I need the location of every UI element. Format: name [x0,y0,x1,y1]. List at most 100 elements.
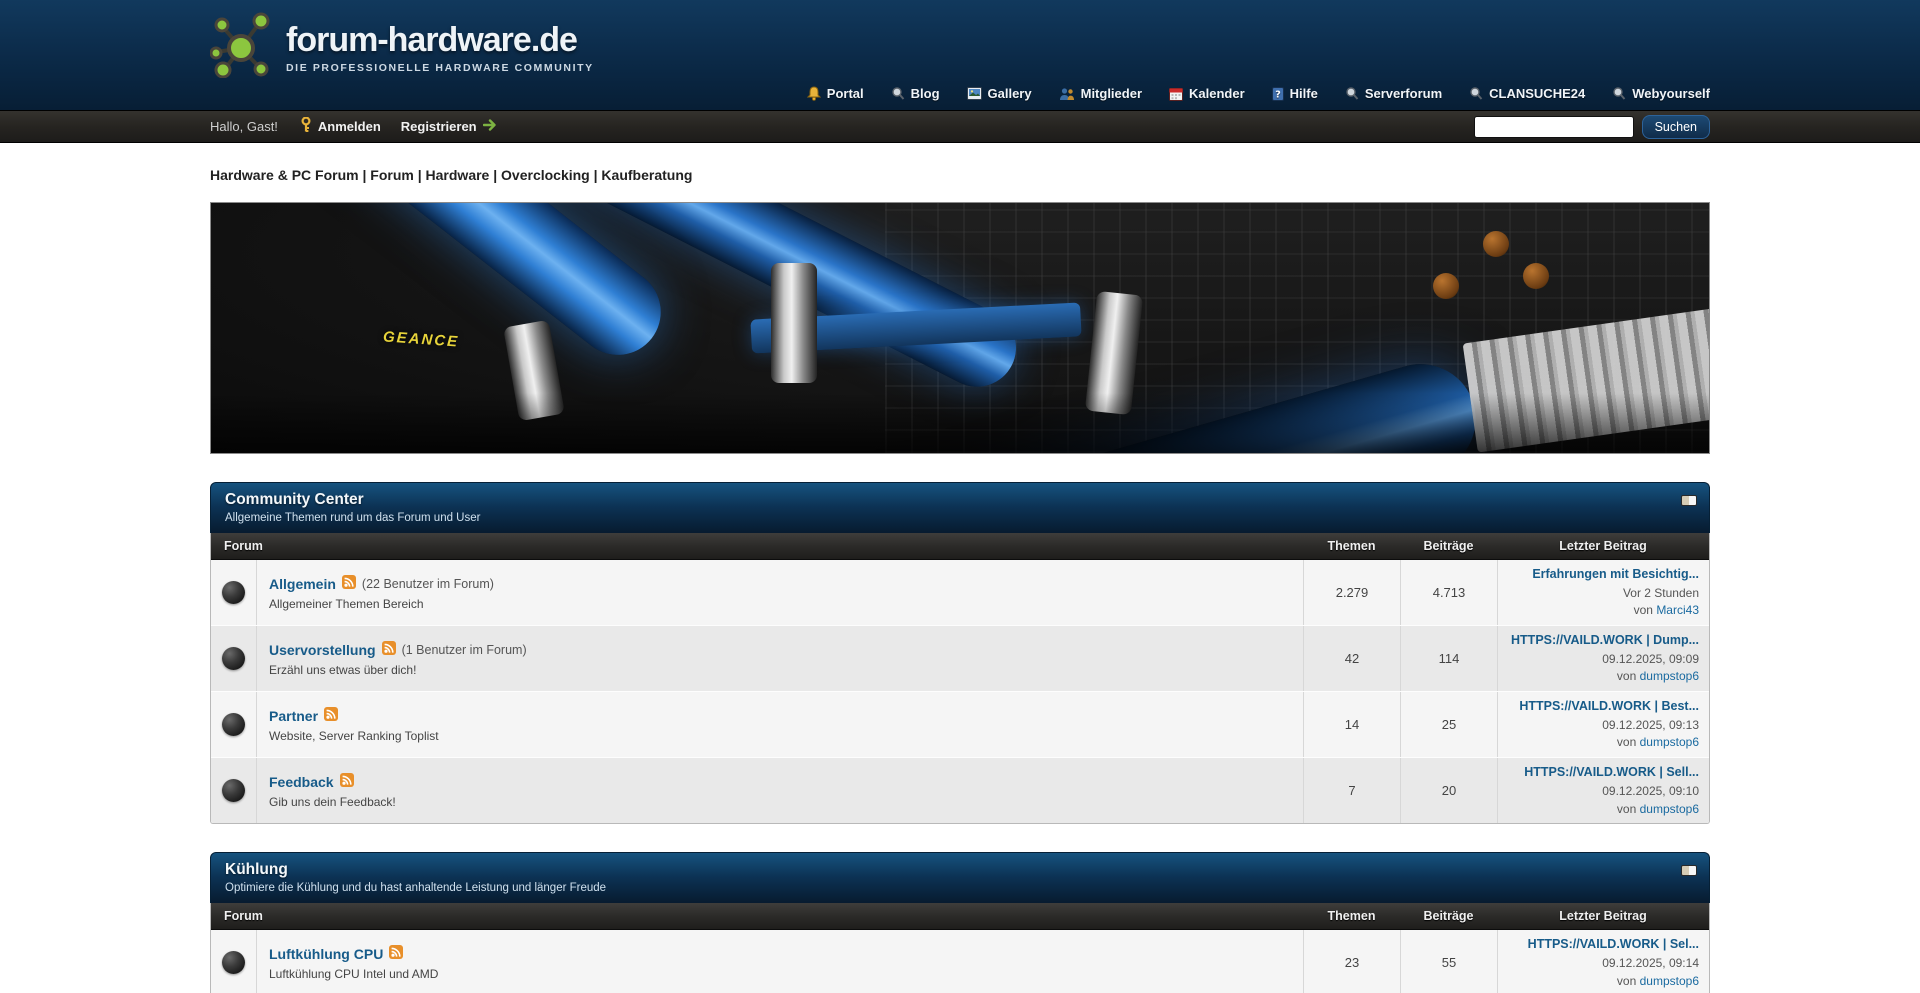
last-post-title-link[interactable]: Erfahrungen mit Besichtig... [1532,566,1699,584]
rss-icon[interactable] [340,773,354,792]
last-post-user-link[interactable]: dumpstop6 [1640,802,1699,816]
magnifier-icon [891,86,905,101]
breadcrumb[interactable]: Hardware & PC Forum | Forum | Hardware |… [210,167,1710,183]
themen-count: 23 [1303,930,1400,993]
last-post-date: 09.12.2025, 09:09 [1602,651,1699,668]
nav-label: Portal [827,86,864,101]
category-subtitle: Allgemeine Themen rund um das Forum und … [225,512,1695,524]
last-post-user-link[interactable]: dumpstop6 [1640,669,1699,683]
forum-name-link[interactable]: Allgemein [269,576,336,592]
header-banner-image: GEANCE [210,202,1710,454]
magnifier-icon [1345,86,1359,101]
capacitor [1433,273,1459,299]
nav-label: Mitglieder [1081,86,1142,101]
last-post-user-link[interactable]: dumpstop6 [1640,735,1699,749]
forum-description: Gib uns dein Feedback! [269,795,1291,809]
status-cell [211,758,257,823]
forum-cell: Partner Website, Server Ranking Toplist [257,692,1303,757]
rss-icon[interactable] [342,575,356,594]
nav-item-mitglieder[interactable]: Mitglieder [1059,86,1142,101]
forum-status-icon [222,713,245,736]
category-header: Community Center Allgemeine Themen rund … [210,482,1710,533]
nav-item-serverforum[interactable]: Serverforum [1345,86,1442,101]
beitraege-count: 20 [1400,758,1497,823]
von-label: von [1617,735,1636,749]
beitraege-count: 55 [1400,930,1497,993]
forum-rows: Luftkühlung CPU Luftkühlung CPU Intel un… [211,930,1709,993]
themen-count: 42 [1303,626,1400,691]
nav-item-kalender[interactable]: Kalender [1169,86,1245,101]
calendar-icon [1169,87,1183,101]
arrow-right-icon [483,119,499,134]
forum-description: Luftkühlung CPU Intel und AMD [269,967,1291,981]
login-label: Anmelden [318,119,381,134]
status-cell [211,692,257,757]
last-post-title-link[interactable]: HTTPS://VAILD.WORK | Sell... [1524,764,1699,782]
rss-icon[interactable] [324,707,338,726]
search-button[interactable]: Suchen [1642,115,1710,139]
column-header-forum: Forum [211,903,1303,929]
forum-table-header: Forum Themen Beiträge Letzter Beitrag [211,533,1709,560]
magnifier-icon [1469,86,1483,101]
forum-status-icon [222,647,245,670]
last-post-title-link[interactable]: HTTPS://VAILD.WORK | Sel... [1528,936,1699,954]
nav-label: Gallery [988,86,1032,101]
nav-item-blog[interactable]: Blog [891,86,940,101]
nav-item-webyourself[interactable]: Webyourself [1612,86,1710,101]
ram-module-label: GEANCE [382,328,459,350]
last-post-cell: HTTPS://VAILD.WORK | Best... 09.12.2025,… [1497,692,1709,757]
login-link[interactable]: Anmelden [300,117,381,136]
forum-table: Forum Themen Beiträge Letzter Beitrag Lu… [210,903,1710,993]
forum-name-link[interactable]: Feedback [269,774,334,790]
collapse-category-button[interactable] [1681,865,1697,876]
forum-category: Kühlung Optimiere die Kühlung und du has… [210,852,1710,993]
forum-name-link[interactable]: Luftkühlung CPU [269,946,383,962]
capacitor [1523,263,1549,289]
category-subtitle: Optimiere die Kühlung und du hast anhalt… [225,882,1695,894]
site-logo[interactable]: forum-hardware.de DIE PROFESSIONELLE HAR… [210,12,594,83]
user-bar: Hallo, Gast! Anmelden Registrieren Suche… [0,110,1920,143]
users-online-count: (1 Benutzer im Forum) [402,643,527,657]
users-online-count: (22 Benutzer im Forum) [362,577,494,591]
forum-name-link[interactable]: Partner [269,708,318,724]
last-post-cell: HTTPS://VAILD.WORK | Dump... 09.12.2025,… [1497,626,1709,691]
nav-label: CLANSUCHE24 [1489,86,1585,101]
column-header-beitraege: Beiträge [1400,903,1497,929]
rss-icon[interactable] [389,945,403,964]
register-link[interactable]: Registrieren [401,119,499,134]
nav-item-gallery[interactable]: Gallery [967,86,1032,101]
last-post-title-link[interactable]: HTTPS://VAILD.WORK | Best... [1519,698,1699,716]
last-post-date: 09.12.2025, 09:13 [1602,717,1699,734]
status-cell [211,930,257,993]
site-tagline: DIE PROFESSIONELLE HARDWARE COMMUNITY [286,62,594,74]
von-label: von [1617,974,1636,988]
forum-rows: Allgemein (22 Benutzer im Forum) Allgeme… [211,560,1709,823]
nav-label: Kalender [1189,86,1245,101]
site-header: forum-hardware.de DIE PROFESSIONELLE HAR… [0,0,1920,110]
logo-molecule-icon [210,12,272,83]
column-header-forum: Forum [211,533,1303,559]
rss-icon[interactable] [382,641,396,660]
key-icon [300,117,312,136]
last-post-title-link[interactable]: HTTPS://VAILD.WORK | Dump... [1511,632,1699,650]
capacitor [1483,231,1509,257]
collapse-category-button[interactable] [1681,495,1697,506]
forum-cell: Feedback Gib uns dein Feedback! [257,758,1303,823]
themen-count: 14 [1303,692,1400,757]
nav-item-portal[interactable]: Portal [807,86,864,101]
forum-cell: Uservorstellung (1 Benutzer im Forum) Er… [257,626,1303,691]
search-input[interactable] [1474,116,1634,138]
forum-cell: Luftkühlung CPU Luftkühlung CPU Intel un… [257,930,1303,993]
category-title: Community Center [225,491,1695,509]
metal-fitting [771,263,817,383]
nav-label: Serverforum [1365,86,1442,101]
nav-item-clansuche24[interactable]: CLANSUCHE24 [1469,86,1585,101]
last-post-user-link[interactable]: Marci43 [1656,603,1699,617]
last-post-author: von dumpstop6 [1617,801,1699,818]
nav-item-hilfe[interactable]: ? Hilfe [1272,86,1318,101]
forum-row: Luftkühlung CPU Luftkühlung CPU Intel un… [211,930,1709,993]
members-icon [1059,87,1075,101]
forum-name-link[interactable]: Uservorstellung [269,642,376,658]
last-post-user-link[interactable]: dumpstop6 [1640,974,1699,988]
forum-cell: Allgemein (22 Benutzer im Forum) Allgeme… [257,560,1303,625]
